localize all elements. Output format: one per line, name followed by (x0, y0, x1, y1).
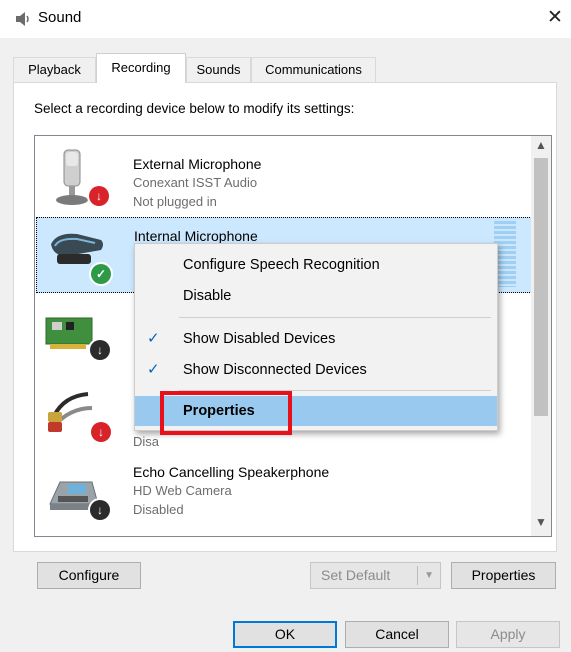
menu-item-configure-speech-recognition[interactable]: Configure Speech Recognition (135, 250, 497, 280)
unplugged-badge: ↓ (91, 422, 111, 442)
device-driver: Conexant ISST Audio (133, 175, 258, 190)
title-bar (0, 0, 571, 38)
menu-separator (179, 317, 491, 318)
unplugged-badge: ↓ (89, 186, 109, 206)
set-default-label: Set Default (321, 567, 391, 583)
apply-button[interactable]: Apply (456, 621, 560, 648)
disabled-badge: ↓ (90, 340, 110, 360)
device-echo-cancelling-speakerphone[interactable]: ↓ Echo Cancelling Speakerphone HD Web Ca… (36, 458, 532, 534)
default-device-badge: ✓ (91, 264, 111, 284)
menu-item-disable[interactable]: Disable (135, 281, 497, 311)
close-icon: ✕ (547, 7, 563, 28)
annotation-highlight-box (160, 391, 292, 435)
ok-button[interactable]: OK (233, 621, 337, 648)
speaker-icon (14, 10, 32, 28)
menu-item-label: Disable (183, 288, 232, 304)
menu-item-label: Configure Speech Recognition (183, 257, 380, 273)
scroll-down-button[interactable]: ▼ (531, 515, 551, 531)
device-name: External Microphone (133, 156, 262, 172)
scroll-up-button[interactable]: ▲ (531, 138, 551, 154)
configure-button[interactable]: Configure (37, 562, 141, 589)
menu-item-show-disconnected-devices[interactable]: ✓ Show Disconnected Devices (135, 355, 497, 385)
menu-item-label: Show Disconnected Devices (183, 362, 367, 378)
check-icon: ✓ (147, 330, 160, 347)
scroll-thumb[interactable] (534, 158, 548, 416)
split-divider (417, 566, 418, 585)
sound-card-icon (44, 308, 96, 358)
menu-item-label: Show Disabled Devices (183, 331, 336, 347)
disabled-badge: ↓ (90, 500, 110, 520)
window-title: Sound (38, 9, 82, 26)
device-external-microphone[interactable]: ↓ External Microphone Conexant ISST Audi… (36, 142, 532, 218)
properties-button[interactable]: Properties (451, 562, 556, 589)
tab-recording[interactable]: Recording (96, 53, 186, 83)
menu-item-show-disabled-devices[interactable]: ✓ Show Disabled Devices (135, 324, 497, 354)
device-status: Disa (133, 434, 160, 449)
tab-playback[interactable]: Playback (13, 57, 96, 82)
device-name: Echo Cancelling Speakerphone (133, 464, 330, 480)
dropdown-arrow-icon[interactable]: ▼ (424, 563, 434, 588)
check-icon: ✓ (147, 361, 160, 378)
close-button[interactable]: ✕ (543, 6, 567, 30)
set-default-button[interactable]: Set Default ▼ (310, 562, 441, 589)
tab-communications[interactable]: Communications (251, 57, 376, 82)
device-driver: HD Web Camera (133, 483, 232, 498)
instruction-text: Select a recording device below to modif… (34, 101, 355, 116)
device-name: Internal Microphone (134, 228, 258, 244)
tab-sounds[interactable]: Sounds (186, 57, 251, 82)
device-status: Not plugged in (133, 194, 217, 209)
device-status: Disabled (133, 502, 184, 517)
cancel-button[interactable]: Cancel (345, 621, 449, 648)
